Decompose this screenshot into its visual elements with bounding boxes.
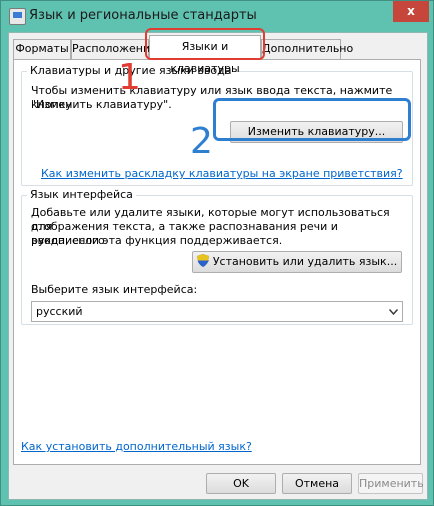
window-title: Язык и региональные стандарты	[29, 8, 257, 23]
interface-language-value: русский	[36, 305, 83, 318]
keyboards-group: Клавиатуры и другие языки ввода Чтобы из…	[21, 64, 413, 186]
chevron-down-icon	[389, 309, 398, 315]
tab-languages-keyboards[interactable]: Языки и клавиатуры	[149, 35, 261, 75]
globe-settings-icon	[9, 8, 26, 25]
interface-select-label: Выберите язык интерфейса:	[31, 283, 198, 296]
dialog-client-area: Форматы Расположение Языки и клавиатуры …	[8, 32, 428, 500]
title-bar[interactable]: Язык и региональные стандарты x	[1, 1, 433, 31]
interface-group-legend: Язык интерфейса	[27, 188, 136, 201]
tab-formats[interactable]: Форматы	[13, 39, 71, 59]
keyboards-description-line2: "Изменить клавиатуру".	[31, 98, 172, 111]
interface-language-select[interactable]: русский	[31, 301, 403, 322]
ok-button[interactable]: OK	[206, 473, 276, 494]
install-additional-language-link[interactable]: Как установить дополнительный язык?	[21, 440, 252, 453]
annotation-number-2: 2	[190, 121, 213, 162]
interface-description-line3: ввода, если эта функция поддерживается.	[31, 234, 283, 247]
tab-administrative[interactable]: Дополнительно	[261, 39, 353, 59]
dialog-window: Язык и региональные стандарты x Форматы …	[0, 0, 434, 506]
change-keyboard-button[interactable]: Изменить клавиатуру...	[230, 121, 403, 143]
tab-panel: Клавиатуры и другие языки ввода Чтобы из…	[13, 59, 421, 465]
interface-language-group: Язык интерфейса Добавьте или удалите язы…	[21, 188, 413, 325]
install-uninstall-language-button[interactable]: Установить или удалить язык...	[192, 251, 402, 273]
install-uninstall-language-label: Установить или удалить язык...	[212, 255, 398, 268]
annotation-number-1: 1	[118, 57, 141, 98]
tab-location[interactable]: Расположение	[71, 39, 157, 59]
welcome-screen-keyboard-link[interactable]: Как изменить раскладку клавиатуры на экр…	[41, 167, 403, 180]
cancel-button[interactable]: Отмена	[282, 473, 352, 494]
uac-shield-icon	[196, 254, 209, 267]
apply-button[interactable]: Применить	[358, 473, 424, 494]
close-button[interactable]: x	[393, 1, 429, 22]
